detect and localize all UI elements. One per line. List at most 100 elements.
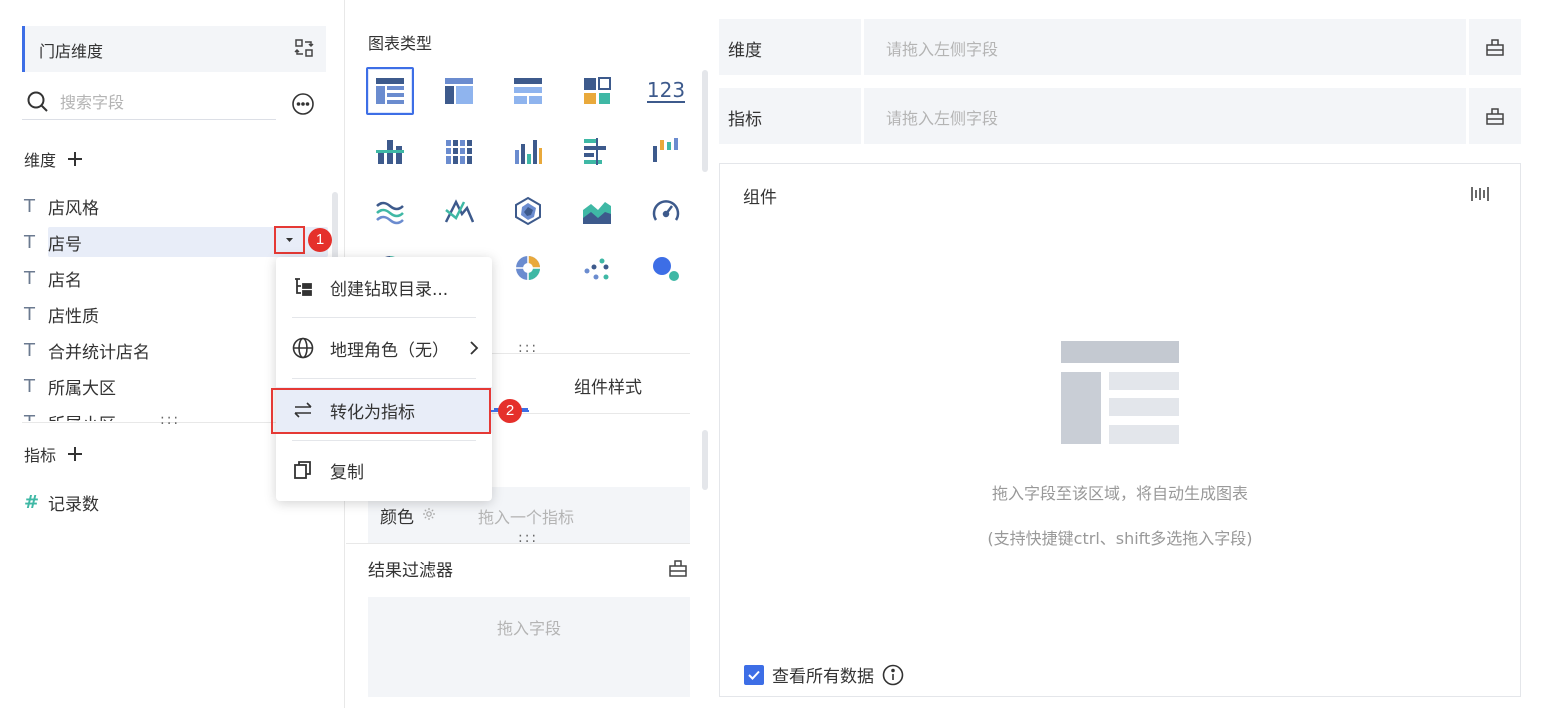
dimension-field[interactable]: T 所属大区 (22, 371, 306, 401)
field-name: 合并统计店名 (48, 342, 150, 363)
text-type-icon: T (24, 375, 35, 397)
field-dropdown-button[interactable] (274, 226, 305, 254)
dimension-drop-zone[interactable]: 请拖入左侧字段 (864, 19, 1466, 75)
stacked-bar-icon[interactable] (435, 127, 483, 175)
menu-item-copy[interactable]: 复制 (276, 447, 492, 493)
dimension-field-selected[interactable]: T 店号 (22, 227, 328, 257)
view-all-data-checkbox[interactable]: 查看所有数据 (744, 662, 904, 687)
bar-grouped-icon[interactable] (366, 127, 414, 175)
divider (346, 543, 690, 544)
filter-drop-zone[interactable]: 拖入字段 (368, 597, 690, 697)
measure-shelf: 指标 请拖入左侧字段 (719, 88, 1521, 144)
menu-item-label: 创建钻取目录... (330, 279, 449, 300)
field-name: 记录数 (48, 494, 99, 515)
drill-tree-icon (292, 276, 314, 298)
gear-icon[interactable] (422, 507, 436, 521)
field-context-menu: 创建钻取目录... 地理角色（无） 转化为指标 复制 (276, 257, 492, 501)
empty-hint-sub: (支持快捷键ctrl、shift多选拖入字段) (987, 529, 1253, 548)
scatter-icon[interactable] (573, 244, 621, 292)
detail-table-icon[interactable] (504, 67, 552, 115)
resize-handle[interactable]: ::: (160, 412, 180, 428)
shelf-settings-icon[interactable] (1469, 88, 1521, 144)
kpi-card-icon[interactable] (573, 67, 621, 115)
number-type-icon: # (24, 491, 40, 513)
table-icon[interactable] (366, 67, 414, 115)
tab-component-style[interactable]: 组件样式 (574, 373, 642, 398)
field-name: 所属大区 (48, 378, 116, 399)
measure-drop-zone[interactable]: 请拖入左侧字段 (864, 88, 1466, 144)
chevron-right-icon (468, 340, 480, 356)
text-type-icon: T (24, 267, 35, 289)
menu-separator (292, 317, 476, 318)
ring-icon[interactable] (504, 244, 552, 292)
text-type-icon: T (24, 339, 35, 361)
empty-state-illustration (1061, 341, 1179, 444)
dimensions-title: 维度 (24, 151, 57, 170)
annotation-badge-2: 2 (498, 399, 522, 423)
measure-shelf-label: 指标 (719, 88, 861, 144)
text-type-icon: T (24, 231, 35, 253)
dimension-shelf: 维度 请拖入左侧字段 (719, 19, 1521, 75)
measure-field[interactable]: # 记录数 (22, 487, 306, 517)
waterfall-icon[interactable] (642, 127, 690, 175)
menu-separator (292, 378, 476, 379)
dimension-field[interactable]: T 店性质 (22, 299, 306, 329)
more-options-icon[interactable] (291, 92, 315, 116)
field-list-clip: T 所属小区 (22, 405, 182, 422)
horizontal-bar-icon[interactable] (573, 127, 621, 175)
menu-item-label: 复制 (330, 462, 364, 483)
area-chart-icon[interactable] (573, 187, 621, 235)
measures-title: 指标 (24, 446, 57, 465)
filter-placeholder: 拖入字段 (496, 619, 561, 638)
dimension-field[interactable]: T 店风格 (22, 191, 306, 221)
result-filter-title: 结果过滤器 (368, 561, 453, 581)
column-icon[interactable] (504, 127, 552, 175)
annotation-highlight-box (271, 388, 491, 434)
number-card-text: 123 (646, 78, 686, 103)
property-scrollbar[interactable] (702, 430, 708, 490)
color-placeholder: 拖入一个指标 (478, 508, 575, 527)
info-icon[interactable] (882, 664, 904, 686)
field-name: 店名 (48, 270, 82, 291)
menu-item-create-drill[interactable]: 创建钻取目录... (276, 264, 492, 310)
empty-hint: 拖入字段至该区域，将自动生成图表 (991, 484, 1248, 503)
bubble-icon[interactable] (642, 244, 690, 292)
gauge-icon[interactable] (642, 187, 690, 235)
widget-layout-icon[interactable] (1470, 184, 1490, 204)
shelf-settings-icon[interactable] (1469, 19, 1521, 75)
text-type-icon: T (24, 195, 35, 217)
globe-icon (292, 337, 314, 359)
field-name: 所属小区 (48, 410, 116, 422)
add-dimension-icon[interactable] (66, 150, 84, 168)
field-search (22, 84, 276, 120)
number-card-icon[interactable]: 123 (642, 67, 690, 115)
menu-item-geo-role[interactable]: 地理角色（无） (276, 325, 492, 371)
dataset-selector[interactable]: 门店维度 (22, 26, 326, 72)
text-type-icon: T (24, 303, 35, 325)
checkbox-checked-icon[interactable] (744, 664, 764, 685)
chart-type-title: 图表类型 (368, 34, 433, 53)
dimension-field[interactable]: T 合并统计店名 (22, 335, 306, 365)
widget-canvas[interactable]: 组件 拖入字段至该区域，将自动生成图表 (支持快捷键ctrl、shift多选拖入… (719, 163, 1521, 697)
menu-item-label: 地理角色（无） (330, 340, 449, 361)
filter-settings-icon[interactable] (668, 558, 688, 578)
add-measure-icon[interactable] (66, 445, 84, 463)
field-name: 店号 (48, 234, 82, 255)
text-type-icon: T (22, 412, 48, 422)
radar-icon[interactable] (504, 187, 552, 235)
measures-header: 指标 (24, 442, 84, 466)
field-name: 店风格 (48, 198, 99, 219)
dimension-field[interactable]: T 所属小区 (22, 407, 182, 422)
dimension-field[interactable]: T 店名 (22, 263, 306, 293)
cross-table-icon[interactable] (435, 67, 483, 115)
widget-title: 组件 (743, 188, 777, 208)
dimensions-header: 维度 (24, 147, 84, 171)
switch-dataset-icon[interactable] (294, 38, 314, 58)
chart-type-scrollbar[interactable] (702, 70, 708, 172)
line-wave-icon[interactable] (366, 187, 414, 235)
color-label: 颜色 (380, 508, 414, 528)
line-chart-icon[interactable] (435, 187, 483, 235)
search-icon (26, 90, 50, 114)
view-all-label: 查看所有数据 (772, 667, 874, 687)
search-input[interactable] (60, 88, 270, 116)
